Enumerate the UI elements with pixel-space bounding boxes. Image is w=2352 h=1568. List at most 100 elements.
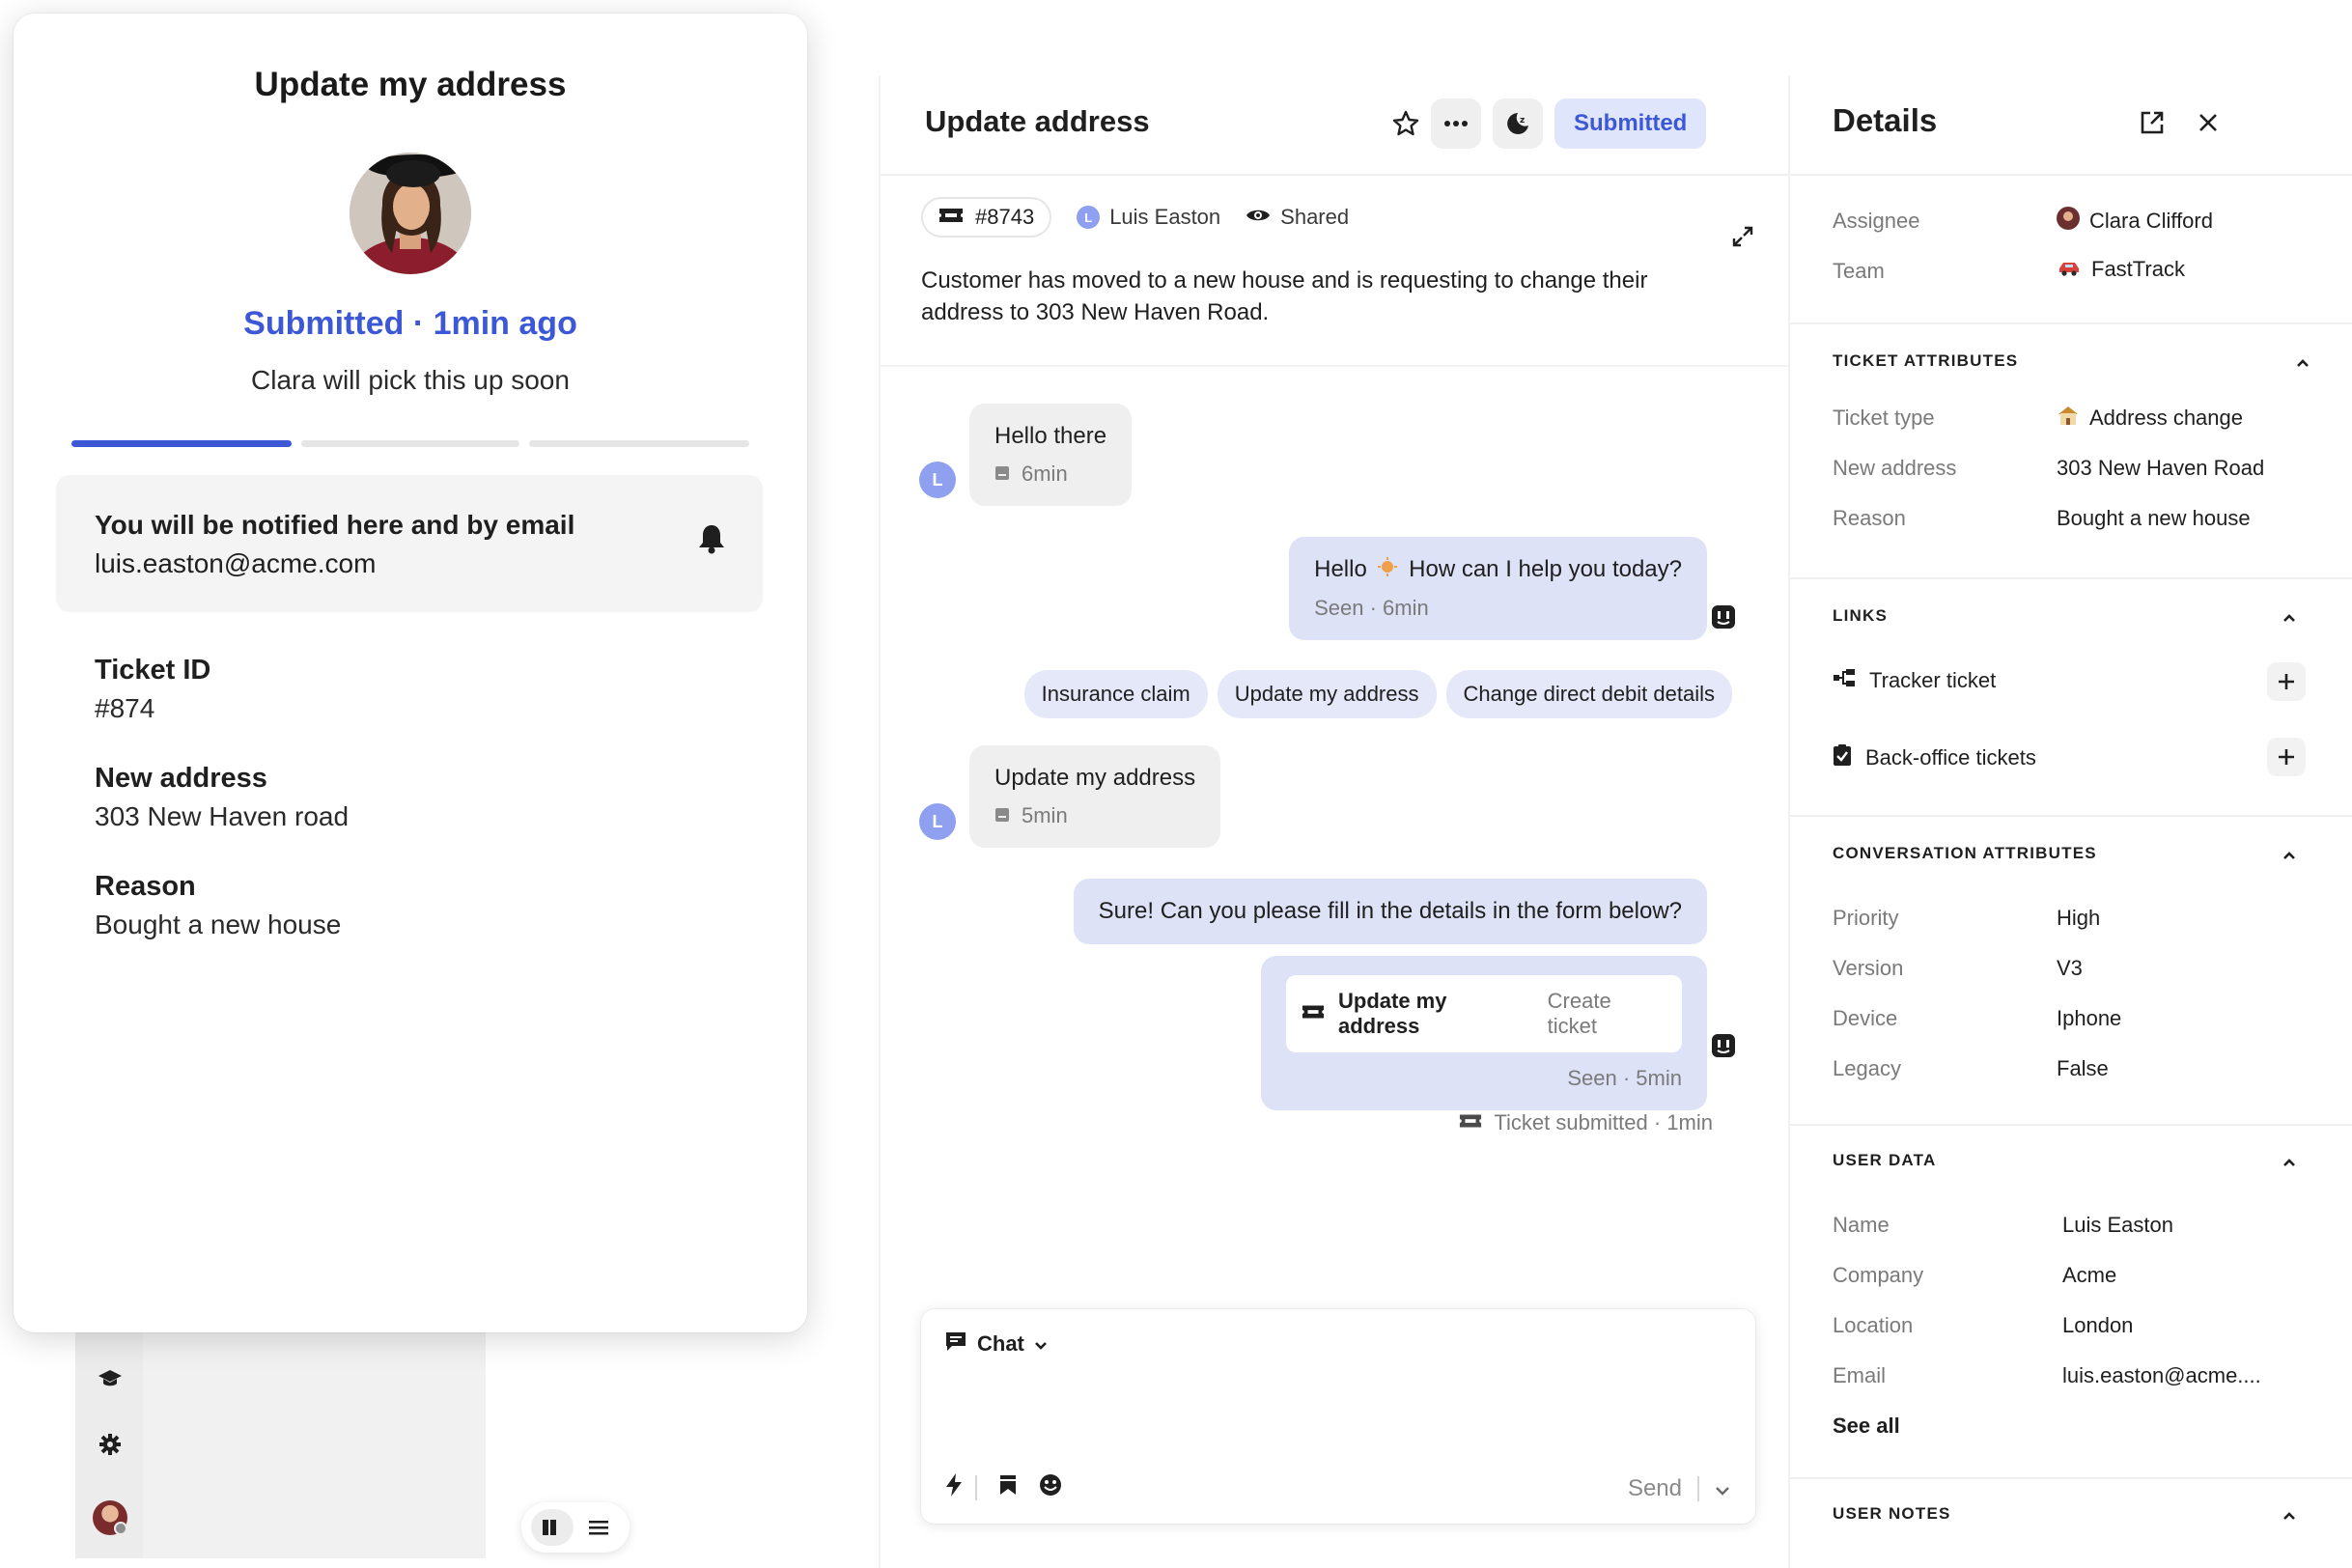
car-icon <box>2057 257 2082 282</box>
composer-mode-label: Chat <box>977 1331 1024 1356</box>
clipboard-icon <box>1833 743 1852 772</box>
message-outgoing: Hello How can I help you today? Seen · 6… <box>1289 537 1707 641</box>
bookmark-icon[interactable] <box>998 1474 1018 1500</box>
attr-label: New address <box>1833 456 1957 480</box>
quick-reply-update-address[interactable]: Update my address <box>1217 670 1437 718</box>
notification-title: You will be notified here and by email <box>95 510 575 540</box>
attr-label: Device <box>1833 1006 1898 1030</box>
assignee-avatar <box>2057 207 2080 236</box>
customer-link[interactable]: L Luis Easton <box>1077 205 1220 230</box>
bot-icon <box>1711 1033 1736 1058</box>
quick-reply-insurance-claim[interactable]: Insurance claim <box>1023 670 1208 718</box>
user-notes-header[interactable]: USER NOTES <box>1833 1504 1951 1524</box>
system-event-text: Ticket submitted · 1min <box>1494 1110 1713 1134</box>
message-text-after: How can I help you today? <box>1409 556 1682 582</box>
send-options-chevron-icon[interactable] <box>1715 1475 1730 1502</box>
field-value-ticket-id: #874 <box>95 693 155 723</box>
attr-value[interactable]: High <box>2057 906 2100 931</box>
ticket-form-message: Update my address Create ticket Seen · 5… <box>1261 956 1707 1110</box>
snooze-icon[interactable]: z <box>1493 98 1543 149</box>
ticket-attributes-header[interactable]: TICKET ATTRIBUTES <box>1833 351 2018 371</box>
quick-replies: Insurance claim Update my address Change… <box>1023 670 1732 718</box>
attr-label: Legacy <box>1833 1056 1901 1080</box>
section-divider <box>1790 577 2352 579</box>
ticket-id-pill[interactable]: #8743 <box>921 197 1052 238</box>
user-data-value[interactable]: luis.easton@acme.... <box>2062 1363 2261 1388</box>
close-icon[interactable] <box>2198 112 2219 138</box>
lightning-icon[interactable] <box>944 1472 964 1502</box>
chevron-up-icon[interactable] <box>2296 355 2310 373</box>
message-time: Seen · 5min <box>1567 1066 1682 1090</box>
customer-name: Luis Easton <box>1109 205 1221 229</box>
user-data-label: Location <box>1833 1313 1914 1337</box>
reply-composer[interactable]: Chat Send <box>921 1309 1755 1524</box>
see-all-link[interactable]: See all <box>1833 1414 1900 1439</box>
assignee-value[interactable]: Clara Clifford <box>2057 207 2213 236</box>
attr-value[interactable]: 303 New Haven Road <box>2057 456 2264 481</box>
columns-icon[interactable] <box>531 1509 574 1546</box>
chevron-up-icon[interactable] <box>2282 848 2296 865</box>
section-divider <box>1790 1124 2352 1126</box>
user-data-value[interactable]: Acme <box>2062 1263 2116 1288</box>
attr-value[interactable]: Iphone <box>2057 1006 2121 1031</box>
attr-value[interactable]: V3 <box>2057 956 2083 981</box>
customer-avatar: L <box>919 803 956 840</box>
expand-icon[interactable] <box>1732 226 1753 252</box>
wave-emoji-icon <box>1377 556 1398 584</box>
assignee-label: Assignee <box>1833 209 1920 233</box>
bell-icon[interactable] <box>697 523 726 559</box>
gear-icon[interactable] <box>95 1429 126 1460</box>
send-controls: Send <box>1628 1475 1730 1502</box>
message-incoming: Update my address 5min <box>969 745 1221 848</box>
messenger-ticket-card: Update my address Submitted · 1min ago C… <box>14 14 807 1332</box>
add-back-office-ticket-button[interactable] <box>2267 738 2306 776</box>
link-tracker-ticket[interactable]: Tracker ticket <box>1833 668 1996 693</box>
quick-reply-direct-debit[interactable]: Change direct debit details <box>1445 670 1732 718</box>
assignee-name: Clara Clifford <box>2089 209 2213 233</box>
message-outgoing: Sure! Can you please fill in the details… <box>1073 879 1707 944</box>
attr-label: Version <box>1833 956 1904 980</box>
team-name: FastTrack <box>2091 257 2185 281</box>
details-title: Details <box>1833 102 1938 138</box>
team-value[interactable]: FastTrack <box>2057 257 2185 282</box>
chevron-up-icon[interactable] <box>2282 610 2296 628</box>
add-tracker-ticket-button[interactable] <box>2267 662 2306 701</box>
house-icon <box>2057 404 2080 433</box>
composer-tools <box>944 1472 1062 1502</box>
system-event: Ticket submitted · 1min <box>1459 1110 1713 1135</box>
conversation-title: Update address <box>925 104 1150 138</box>
description-divider <box>881 365 1788 367</box>
attr-value[interactable]: False <box>2057 1056 2109 1081</box>
eye-icon <box>1246 205 1271 230</box>
attr-value[interactable]: Bought a new house <box>2057 506 2251 531</box>
user-data-value[interactable]: Luis Easton <box>2062 1213 2173 1238</box>
link-back-office-tickets[interactable]: Back-office tickets <box>1833 743 2036 772</box>
chevron-up-icon[interactable] <box>2282 1155 2296 1172</box>
more-options-icon[interactable] <box>1431 98 1481 149</box>
ticket-icon <box>938 205 964 230</box>
composer-mode-dropdown[interactable]: Chat <box>944 1330 1048 1358</box>
send-button[interactable]: Send <box>1628 1475 1682 1502</box>
graduation-cap-icon[interactable] <box>95 1363 126 1394</box>
user-data-value[interactable]: London <box>2062 1313 2133 1338</box>
user-data-label: Company <box>1833 1263 1924 1287</box>
links-header[interactable]: LINKS <box>1833 606 1888 626</box>
attr-value[interactable]: Address change <box>2057 404 2243 433</box>
open-external-icon[interactable] <box>2140 110 2165 140</box>
emoji-icon[interactable] <box>1039 1473 1062 1501</box>
star-icon[interactable] <box>1381 98 1431 149</box>
user-data-label: Email <box>1833 1363 1887 1387</box>
agent-avatar <box>350 153 471 274</box>
message-meta: 6min <box>994 462 1106 487</box>
field-value-new-address: 303 New Haven road <box>95 801 350 831</box>
user-data-header[interactable]: USER DATA <box>1833 1151 1936 1170</box>
svg-text:z: z <box>1520 116 1525 126</box>
chevron-up-icon[interactable] <box>2282 1508 2296 1526</box>
status-submitted-button[interactable]: Submitted <box>1554 98 1707 149</box>
message-time: 5min <box>1022 803 1068 827</box>
customer-avatar: L <box>919 462 956 498</box>
list-icon[interactable] <box>577 1509 620 1546</box>
attr-label: Reason <box>1833 506 1906 530</box>
ticket-form-card[interactable]: Update my address Create ticket <box>1286 975 1682 1052</box>
conversation-attributes-header[interactable]: CONVERSATION ATTRIBUTES <box>1833 844 2097 863</box>
